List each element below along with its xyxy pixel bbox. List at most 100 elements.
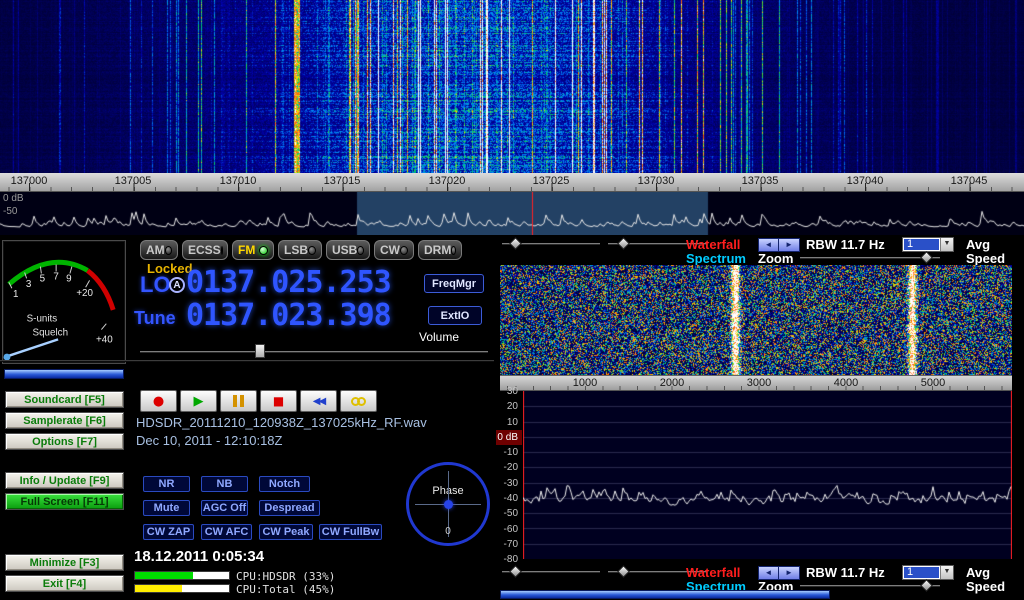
contrast-slider-thumb[interactable] bbox=[617, 565, 630, 578]
mode-label: CW bbox=[380, 243, 400, 257]
nr-button[interactable]: NR bbox=[143, 476, 190, 492]
brightness-slider-thumb[interactable] bbox=[509, 237, 522, 250]
mode-button-am[interactable]: AM bbox=[140, 240, 178, 260]
frequency-scale[interactable]: 137000 137005 137010 137015 137020 13702… bbox=[0, 173, 1024, 192]
zoom-slider-thumb[interactable] bbox=[920, 251, 933, 264]
minimize-button[interactable]: Minimize [F3] bbox=[5, 554, 124, 571]
avg-select-value: 1 bbox=[904, 567, 939, 578]
cw-peak-button[interactable]: CW Peak bbox=[259, 524, 313, 540]
mute-button[interactable]: Mute bbox=[143, 500, 190, 516]
mode-led bbox=[308, 246, 316, 255]
cpu-hdsdr-label: CPU:HDSDR (33%) bbox=[236, 570, 335, 583]
lo-lock-badge[interactable]: A bbox=[169, 277, 185, 293]
loop-button[interactable] bbox=[340, 390, 377, 412]
rbw-spinner[interactable]: ◄ ► bbox=[758, 238, 800, 252]
contrast-slider-thumb[interactable] bbox=[617, 237, 630, 250]
db-tick: -10 bbox=[496, 445, 522, 460]
volume-slider-track[interactable] bbox=[140, 351, 488, 353]
avg-select[interactable]: 1 ▼ bbox=[902, 565, 954, 580]
db-tick: -50 bbox=[496, 506, 522, 521]
spin-right-icon[interactable]: ► bbox=[779, 239, 799, 251]
mode-led bbox=[165, 246, 172, 255]
cw-fullbw-button[interactable]: CW FullBw bbox=[319, 524, 382, 540]
db-axis-label-mid: -50 bbox=[3, 206, 17, 217]
fullscreen-button[interactable]: Full Screen [F11] bbox=[5, 493, 124, 510]
mode-button-ecss[interactable]: ECSS bbox=[182, 240, 228, 260]
volume-slider-thumb[interactable] bbox=[255, 344, 265, 358]
panel-divider bbox=[0, 360, 494, 362]
mode-button-usb[interactable]: USB bbox=[326, 240, 370, 260]
info-update-button[interactable]: Info / Update [F9] bbox=[5, 472, 124, 489]
main-waterfall-display[interactable] bbox=[0, 0, 1024, 173]
options-button[interactable]: Options [F7] bbox=[5, 433, 124, 450]
rewind-button[interactable]: ◀◀ bbox=[300, 390, 337, 412]
s-meter[interactable]: 1 3 5 7 9 +20 +40 S-units Squelch bbox=[2, 240, 126, 364]
soundcard-button[interactable]: Soundcard [F5] bbox=[5, 391, 124, 408]
mode-button-drm[interactable]: DRM bbox=[418, 240, 462, 260]
mode-label: LSB bbox=[284, 243, 308, 257]
spectrum-label[interactable]: Spectrum bbox=[686, 251, 746, 266]
af-waterfall-display[interactable] bbox=[500, 265, 1012, 375]
spin-left-icon[interactable]: ◄ bbox=[759, 567, 779, 579]
db-tick: 30 bbox=[496, 384, 522, 399]
rbw-label: RBW 11.7 Hz bbox=[806, 565, 885, 580]
pause-button[interactable] bbox=[220, 390, 257, 412]
freqmgr-button[interactable]: FreqMgr bbox=[424, 274, 484, 293]
af-spectrum-display[interactable] bbox=[523, 391, 1012, 559]
zoom-label: Zoom bbox=[758, 251, 793, 266]
svg-text:3: 3 bbox=[26, 279, 32, 290]
record-button[interactable]: ● bbox=[140, 390, 177, 412]
waterfall-speed-slider[interactable] bbox=[500, 590, 830, 599]
cw-afc-button[interactable]: CW AFC bbox=[201, 524, 252, 540]
nb-button[interactable]: NB bbox=[201, 476, 248, 492]
spin-left-icon[interactable]: ◄ bbox=[759, 239, 779, 251]
play-button[interactable]: ▶ bbox=[180, 390, 217, 412]
rewind-icon: ◀◀ bbox=[313, 395, 324, 408]
cpu-total-label: CPU:Total (45%) bbox=[236, 583, 335, 596]
cw-zap-button[interactable]: CW ZAP bbox=[143, 524, 194, 540]
svg-text:7: 7 bbox=[53, 271, 58, 282]
cpu-hdsdr-fill bbox=[135, 572, 193, 579]
tune-frequency-display[interactable]: 0137.023.398 bbox=[186, 301, 391, 331]
chevron-down-icon[interactable]: ▼ bbox=[940, 566, 953, 579]
s-meter-gauge: 1 3 5 7 9 +20 +40 S-units Squelch bbox=[3, 241, 125, 363]
squelch-slider[interactable] bbox=[4, 369, 124, 379]
record-icon: ● bbox=[153, 395, 164, 408]
mode-led bbox=[259, 246, 268, 255]
mode-button-lsb[interactable]: LSB bbox=[278, 240, 322, 260]
exit-button[interactable]: Exit [F4] bbox=[5, 575, 124, 592]
phase-scope: Phase 0 bbox=[406, 462, 490, 546]
waterfall-label[interactable]: Waterfall bbox=[686, 237, 740, 252]
mode-led bbox=[357, 246, 364, 255]
despread-button[interactable]: Despread bbox=[259, 500, 320, 516]
mode-button-fm[interactable]: FM bbox=[232, 240, 274, 260]
af-frequency-scale[interactable]: 1000 2000 3000 4000 5000 bbox=[500, 375, 1012, 391]
svg-text:+20: +20 bbox=[76, 288, 93, 299]
cpu-total-bar bbox=[134, 584, 230, 593]
volume-label: Volume bbox=[419, 330, 459, 344]
extio-button[interactable]: ExtIO bbox=[428, 306, 482, 325]
af-db-axis: 30 20 10 0 dB -10 -20 -30 -40 -50 -60 -7… bbox=[496, 384, 522, 568]
zoom-slider-thumb[interactable] bbox=[920, 579, 933, 592]
freq-tick-label: 137025 bbox=[533, 175, 570, 187]
avg-select[interactable]: 1 ▼ bbox=[902, 237, 954, 252]
waterfall-label[interactable]: Waterfall bbox=[686, 565, 740, 580]
lo-frequency-display[interactable]: 0137.025.253 bbox=[186, 268, 391, 298]
main-spectrum-display[interactable]: 0 dB -50 bbox=[0, 192, 1024, 235]
freq-tick-label: 137010 bbox=[220, 175, 257, 187]
mode-button-cw[interactable]: CW bbox=[374, 240, 414, 260]
freq-tick-label: 137015 bbox=[324, 175, 361, 187]
mode-led bbox=[451, 246, 456, 255]
brightness-slider-thumb[interactable] bbox=[509, 565, 522, 578]
spin-right-icon[interactable]: ► bbox=[779, 567, 799, 579]
agc-off-button[interactable]: AGC Off bbox=[201, 500, 248, 516]
samplerate-button[interactable]: Samplerate [F6] bbox=[5, 412, 124, 429]
db-tick-zero: 0 dB bbox=[496, 430, 522, 445]
mode-label: AM bbox=[146, 243, 165, 257]
stop-button[interactable]: ■ bbox=[260, 390, 297, 412]
notch-button[interactable]: Notch bbox=[259, 476, 310, 492]
lo-label: LO bbox=[140, 272, 171, 298]
chevron-down-icon[interactable]: ▼ bbox=[940, 238, 953, 251]
rbw-spinner[interactable]: ◄ ► bbox=[758, 566, 800, 580]
af-tick-label: 5000 bbox=[921, 377, 945, 389]
